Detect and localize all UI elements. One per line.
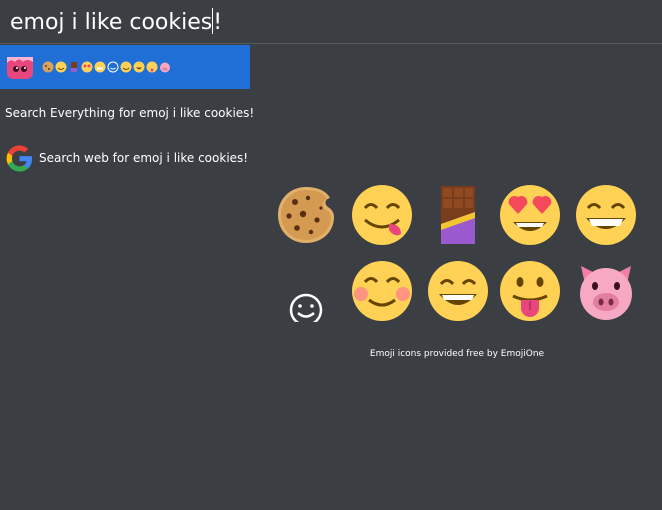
search-query-suffix: ! (213, 10, 223, 35)
grinning-closed-eyes-icon (428, 261, 488, 321)
cookie-icon (278, 187, 334, 243)
smiling-face-icon (107, 61, 119, 73)
tongue-icon (146, 61, 158, 73)
grinning-smiling-eyes-emoji[interactable] (575, 184, 637, 246)
heart-eyes-emoji[interactable] (499, 184, 561, 246)
result-emoji-app[interactable] (0, 45, 250, 89)
smiling-face-blush-icon (352, 261, 412, 321)
grinning-icon (94, 61, 106, 73)
grinning-closed-eyes-emoji[interactable] (427, 260, 489, 322)
chocolate-bar-emoji[interactable] (427, 184, 489, 246)
search-everything-label: Search Everything for emoj i like cookie… (5, 106, 255, 120)
cookie-icon (42, 61, 54, 73)
white-smiling-face-icon (289, 293, 323, 322)
cookie-emoji[interactable] (275, 184, 337, 246)
grin-icon (133, 61, 145, 73)
face-with-tongue-emoji[interactable] (499, 260, 561, 322)
pig-icon (160, 62, 170, 73)
face-savoring-food-emoji[interactable] (351, 184, 413, 246)
blush-icon (120, 61, 132, 73)
white-smiling-face-emoji[interactable] (275, 260, 337, 322)
search-web-label: Search web for emoj i like cookies! (39, 151, 249, 165)
emoji-preview-strip (42, 61, 171, 73)
savoring-face-icon (55, 61, 67, 73)
grinning-smiling-eyes-icon (576, 185, 636, 245)
search-input[interactable]: emoj i like cookies! (10, 8, 222, 35)
chocolate-bar-icon (441, 186, 475, 244)
chocolate-icon (71, 62, 77, 72)
search-bar[interactable]: emoj i like cookies! (0, 0, 662, 44)
heart-eyes-icon (500, 185, 560, 245)
google-icon (6, 145, 33, 172)
pig-face-emoji[interactable] (575, 260, 637, 322)
pig-face-icon (580, 266, 632, 320)
search-query: emoj i like cookies (10, 10, 213, 35)
emoji-app-icon (7, 57, 33, 79)
result-search-everything[interactable]: Search Everything for emoj i like cookie… (0, 104, 254, 124)
face-with-tongue-icon (500, 261, 560, 321)
emoji-credit: Emoji icons provided free by EmojiOne (369, 349, 545, 359)
smiling-face-blush-emoji[interactable] (351, 260, 413, 322)
result-search-web[interactable]: Search web for emoj i like cookies! (0, 142, 250, 174)
face-savoring-food-icon (352, 185, 412, 245)
heart-eyes-icon (81, 61, 93, 73)
